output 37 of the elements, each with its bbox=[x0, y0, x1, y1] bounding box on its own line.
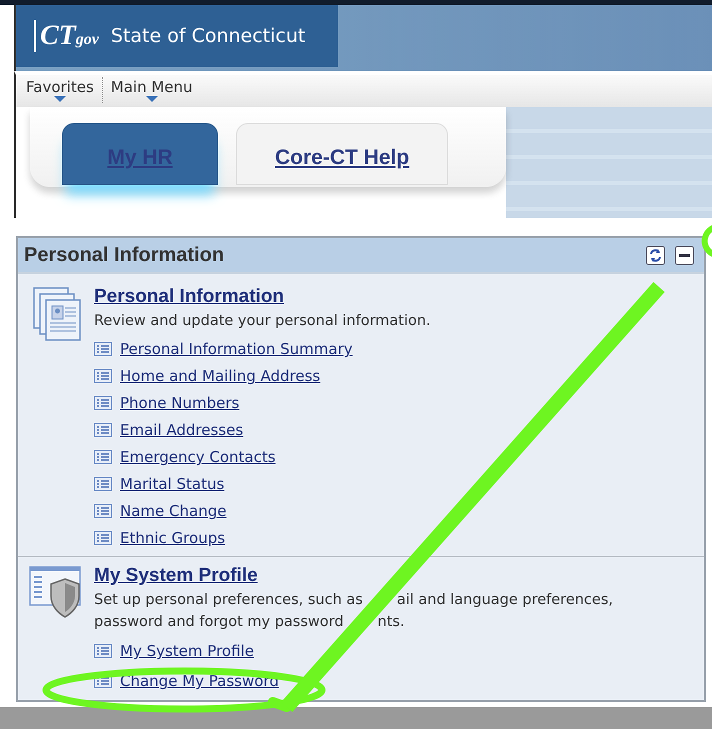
tab[interactable]: Core-CT Help bbox=[236, 123, 448, 185]
caret-icon bbox=[146, 96, 158, 102]
page-link[interactable]: Personal Information Summary bbox=[120, 340, 353, 358]
page-link[interactable]: Email Addresses bbox=[120, 421, 244, 440]
page-link[interactable]: Home and Mailing Address bbox=[120, 367, 320, 386]
pagelet-title: Personal Information bbox=[24, 244, 224, 266]
documents-icon bbox=[32, 286, 82, 342]
refresh-icon[interactable] bbox=[646, 246, 665, 264]
list-icon bbox=[94, 396, 112, 410]
page-link[interactable]: My System Profile bbox=[120, 642, 254, 660]
list-icon bbox=[94, 450, 112, 464]
menu-item[interactable]: Main Menu bbox=[104, 75, 199, 102]
logo[interactable]: CTgov bbox=[34, 20, 99, 52]
menu-item[interactable]: Favorites bbox=[20, 75, 100, 102]
page-link[interactable]: Emergency Contacts bbox=[120, 448, 276, 466]
page-link[interactable]: Phone Numbers bbox=[120, 394, 240, 412]
section-link[interactable]: Personal Information bbox=[94, 286, 284, 307]
list-icon bbox=[94, 531, 112, 546]
section-description: Review and update your personal information. bbox=[94, 312, 431, 331]
list-icon bbox=[94, 644, 112, 658]
collapse-icon[interactable] bbox=[675, 246, 694, 264]
section-description: password and forgot my password bbox=[94, 612, 344, 632]
list-icon bbox=[94, 369, 112, 384]
caret-icon bbox=[54, 96, 66, 102]
circle-annotation bbox=[702, 224, 712, 258]
list-icon bbox=[94, 342, 112, 356]
list-icon bbox=[94, 477, 112, 492]
page-link[interactable]: Name Change bbox=[120, 502, 226, 520]
page-link[interactable]: Marital Status bbox=[120, 475, 224, 494]
page-link[interactable]: Ethnic Groups bbox=[120, 529, 226, 548]
section-link[interactable]: My System Profile bbox=[94, 564, 258, 586]
list-icon bbox=[94, 423, 112, 438]
site-title: State of Connecticut bbox=[110, 25, 306, 47]
list-icon bbox=[94, 504, 112, 518]
section-description: Set up personal preferences, such as bbox=[94, 590, 363, 610]
section-description: ail and language preferences, bbox=[396, 590, 613, 610]
section-description: nts. bbox=[378, 612, 405, 632]
